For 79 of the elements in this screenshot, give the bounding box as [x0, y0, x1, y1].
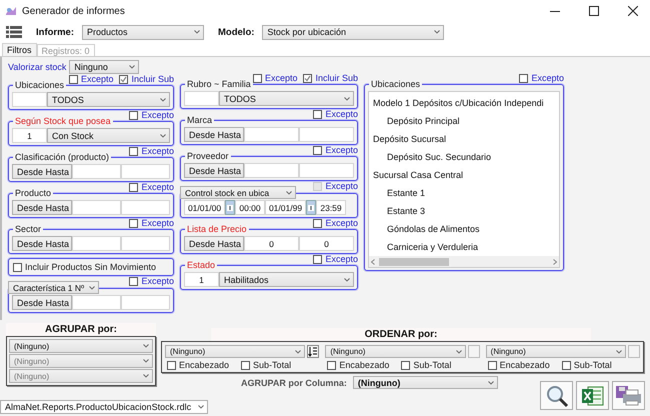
- code-field[interactable]: 1: [184, 272, 219, 287]
- mode-dropdown[interactable]: Desde Hasta: [184, 163, 244, 178]
- group-by-title: AGRUPAR por:: [6, 323, 156, 336]
- except-checkbox[interactable]: Excepto: [252, 73, 298, 83]
- except-checkbox[interactable]: Excepto: [313, 254, 358, 264]
- tree-item[interactable]: Carniceria y Verduleria: [387, 242, 478, 252]
- tree-item[interactable]: Estante 1: [387, 188, 426, 198]
- group-title: Ubicaciones: [13, 80, 66, 90]
- group-title: Lista de Precio: [185, 224, 249, 234]
- option-checkbox[interactable]: Incluir Productos Sin Movimiento: [13, 262, 156, 272]
- order-by-dropdown[interactable]: (Ninguno): [325, 345, 466, 358]
- header-checkbox[interactable]: Encabezado: [488, 360, 550, 370]
- mode-dropdown[interactable]: Desde Hasta: [12, 200, 72, 215]
- include-sub-checkbox[interactable]: Incluir Sub: [119, 74, 174, 84]
- value-dropdown[interactable]: Habilitados: [219, 272, 354, 287]
- header-checkbox[interactable]: Encabezado: [167, 360, 230, 370]
- group-title: Marca: [185, 115, 214, 125]
- date-field[interactable]: 01/01/00: [184, 200, 225, 215]
- group-title: Estado: [185, 260, 218, 270]
- except-checkbox[interactable]: Excepto: [313, 218, 358, 228]
- except-checkbox[interactable]: Excepto: [313, 145, 358, 155]
- except-checkbox[interactable]: Excepto: [129, 110, 174, 120]
- group-title: Clasificación (producto): [13, 152, 112, 162]
- group-title: Producto: [13, 188, 54, 198]
- mode-dropdown[interactable]: Desde Hasta: [12, 295, 72, 310]
- group-title: Proveedor: [185, 151, 231, 161]
- group-by-column-label: AGRUPAR por Columna:: [241, 378, 347, 388]
- except-checkbox[interactable]: Excepto: [129, 182, 174, 192]
- to-field[interactable]: 0: [299, 236, 354, 251]
- except-checkbox[interactable]: Excepto: [519, 73, 564, 83]
- except-checkbox[interactable]: Excepto: [129, 218, 174, 228]
- time-field[interactable]: 23:59: [316, 200, 346, 215]
- code-field[interactable]: 1: [12, 128, 47, 143]
- except-checkbox[interactable]: Excepto: [129, 276, 174, 286]
- mode-dropdown[interactable]: Desde Hasta: [12, 236, 72, 251]
- field-dropdown[interactable]: Característica 1 Nº: [8, 281, 99, 294]
- order-by-title: ORDENAR por:: [211, 328, 591, 341]
- group-by-dropdown[interactable]: (Ninguno): [9, 339, 153, 353]
- subtotal-checkbox[interactable]: Sub-Total: [401, 360, 452, 370]
- tree-item[interactable]: Depósito Principal: [387, 116, 460, 126]
- except-checkbox[interactable]: Excepto: [129, 146, 174, 156]
- group-title: Según Stock que posea: [13, 116, 113, 126]
- tree-item[interactable]: Sucursal Casa Central: [373, 170, 464, 180]
- time-field[interactable]: 00:00: [235, 200, 265, 215]
- value-dropdown[interactable]: TODOS: [47, 92, 170, 107]
- field-dropdown[interactable]: Control stock en ubica: [180, 186, 296, 199]
- valuation-dropdown[interactable]: Ninguno: [69, 60, 140, 74]
- group-title: Ubicaciones: [369, 79, 422, 89]
- value-dropdown[interactable]: Con Stock: [47, 128, 170, 143]
- model-label: Modelo:: [218, 26, 254, 38]
- date-field[interactable]: 01/01/99: [265, 200, 306, 215]
- tab[interactable]: Filtros: [2, 43, 36, 56]
- subtotal-checkbox[interactable]: Sub-Total: [241, 360, 292, 370]
- except-checkbox[interactable]: Excepto: [68, 74, 114, 84]
- tree-item[interactable]: Depósito Sucursal: [373, 134, 446, 144]
- tree-item[interactable]: Góndolas de Alimentos: [387, 224, 480, 234]
- report-label: Informe:: [36, 26, 74, 38]
- header-checkbox[interactable]: Encabezado: [327, 360, 390, 370]
- mode-dropdown[interactable]: Desde Hasta: [184, 236, 244, 251]
- order-by-dropdown[interactable]: (Ninguno): [486, 345, 626, 358]
- except-checkbox[interactable]: Excepto: [313, 109, 358, 119]
- include-sub-checkbox[interactable]: Incluir Sub: [303, 73, 358, 83]
- valuation-label: Valorizar stock: [8, 62, 66, 72]
- report-dropdown[interactable]: Productos: [82, 24, 204, 40]
- mode-dropdown[interactable]: Desde Hasta: [184, 127, 244, 142]
- tree-item[interactable]: Modelo 1 Depósitos c/Ubicación Independi: [373, 98, 544, 108]
- subtotal-checkbox[interactable]: Sub-Total: [562, 360, 612, 370]
- group-title: Sector: [13, 224, 44, 234]
- group-title: Rubro ~ Familia: [185, 79, 253, 89]
- mode-dropdown[interactable]: Desde Hasta: [12, 164, 72, 179]
- group-by-column-dropdown[interactable]: (Ninguno): [352, 376, 498, 389]
- report-file-dropdown[interactable]: AlmaNet.Reports.ProductoUbicacionStock.rdlc: [0, 400, 208, 414]
- from-field[interactable]: 0: [244, 236, 299, 251]
- window-title: Generador de informes: [22, 6, 126, 16]
- tree-item[interactable]: Depósito Suc. Secundario: [387, 152, 492, 162]
- model-dropdown[interactable]: Stock por ubicación: [262, 24, 444, 40]
- order-by-dropdown[interactable]: (Ninguno): [165, 345, 306, 358]
- value-dropdown[interactable]: TODOS: [219, 91, 354, 106]
- tree-item[interactable]: Estante 3: [387, 206, 426, 216]
